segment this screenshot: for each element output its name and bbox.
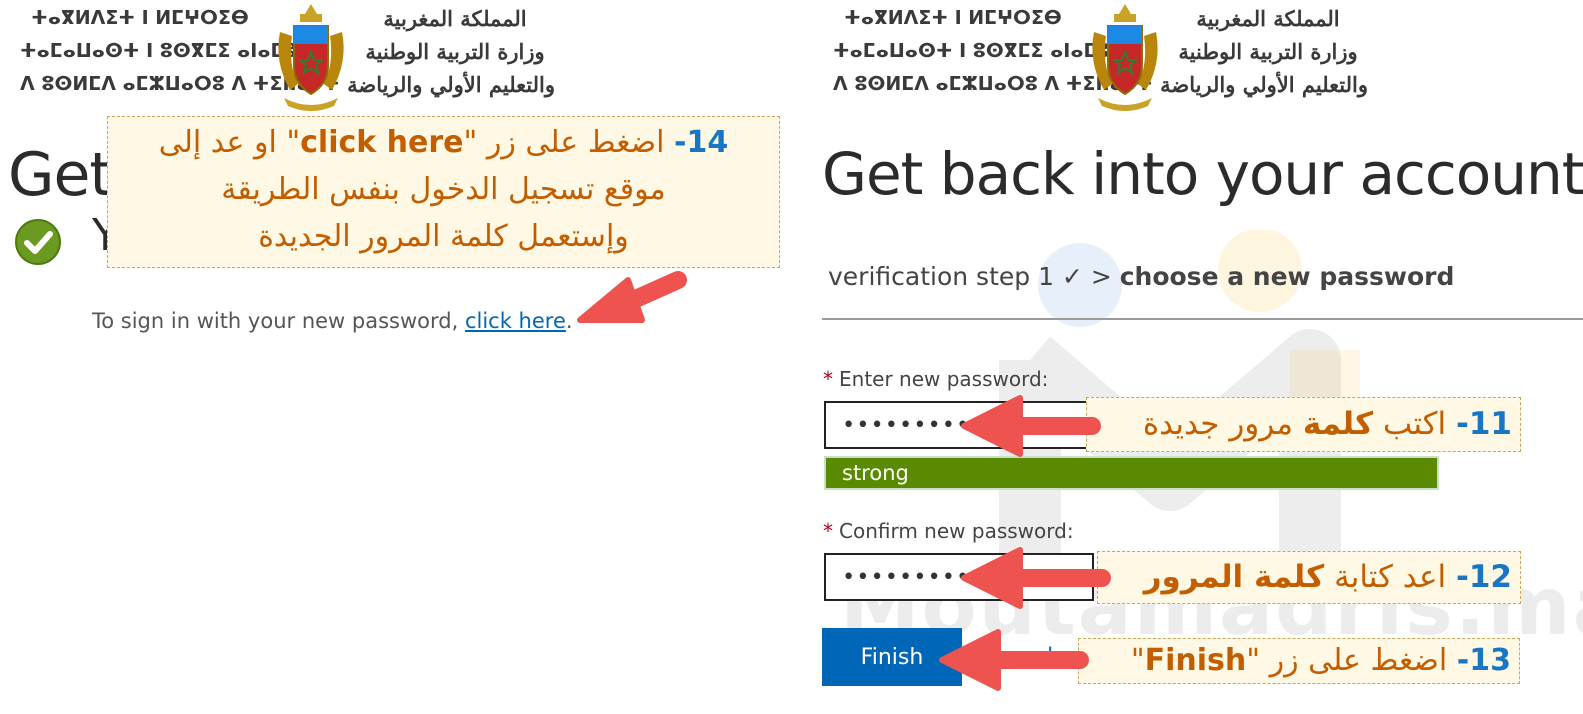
tifinagh-line: ⵜⴰⴳⵍⴷⵉⵜ ⵏ ⵍⵎⵖⵔⵉⴱ <box>31 7 249 29</box>
tifinagh-line: ⴷ ⵓⵙⵍⵎⴷ ⴰⵎⵣⵡⴰⵔⵓ ⴷ ⵜⵉⵏⵏⴰⵢⵜ <box>20 73 340 95</box>
annotation-text: اضغط على زر " <box>1246 643 1448 678</box>
annotation-highlight: click here <box>300 125 464 160</box>
success-check-icon <box>15 219 61 265</box>
annotation-step-14: 14- اضغط على زر "click here" او عد إلى م… <box>107 116 780 268</box>
annotation-number: 13- <box>1456 643 1511 678</box>
annotation-line: وإستعمل كلمة المرور الجديدة <box>258 219 629 254</box>
arabic-line: وزارة التربية الوطنية <box>365 39 545 64</box>
arabic-line: والتعليم الأولي والرياضة <box>347 72 555 97</box>
arrow-pointer-icon <box>577 271 687 323</box>
left-screenshot-panel: ⵜⴰⴳⵍⴷⵉⵜ ⵏ ⵍⵎⵖⵔⵉⴱ ⵜⴰⵎⴰⵡⴰⵙⵜ ⵏ ⵓⵙⴳⵎⵉ ⴰⵏⴰⵎⵓⵔ… <box>0 0 800 714</box>
moroccan-coat-of-arms-icon <box>278 4 344 111</box>
confirm-password-label: * Confirm new password: <box>823 519 1074 543</box>
strength-fill: strong <box>826 458 1437 488</box>
ministry-header: ⵜⴰⴳⵍⴷⵉⵜ ⵏ ⵍⵎⵖⵔⵉⴱ ⵜⴰⵎⴰⵡⴰⵙⵜ ⵏ ⵓⵙⴳⵎⵉ ⴰⵏⴰⵎⵓⵔ… <box>810 0 1370 120</box>
new-password-label: * Enter new password: <box>823 367 1048 391</box>
required-marker: * <box>823 367 833 391</box>
step-current: choose a new password <box>1119 262 1455 291</box>
progress-steps: verification step 1 ✓ > choose a new pas… <box>828 262 1454 291</box>
page-title: Get <box>8 140 113 210</box>
annotation-text: اضغط على زر " <box>463 125 665 160</box>
signin-instructions: To sign in with your new password, click… <box>92 309 573 333</box>
arabic-ministry-title: المملكة المغربية وزارة التربية الوطنية و… <box>1160 2 1368 101</box>
signin-prefix: To sign in with your new password, <box>92 309 465 333</box>
annotation-number: 12- <box>1455 559 1512 595</box>
arabic-line: والتعليم الأولي والرياضة <box>1160 72 1368 97</box>
annotation-step-12: 12- اعد كتابة كلمة المرور <box>1097 551 1521 604</box>
annotation-text: " او عد إلى <box>158 125 301 160</box>
annotation-text: " <box>1130 643 1145 678</box>
required-marker: * <box>823 519 833 543</box>
annotation-step-11: 11- اكتب كلمة مرور جديدة <box>1086 397 1521 452</box>
arabic-line: وزارة التربية الوطنية <box>1178 39 1358 64</box>
annotation-text: اعد كتابة <box>1324 559 1447 595</box>
tifinagh-line: ⵜⴰⵎⴰⵡⴰⵙⵜ ⵏ ⵓⵙⴳⵎⵉ ⴰⵏⴰⵎⵓⵔ <box>833 40 1128 62</box>
annotation-step-13: 13- اضغط على زر "Finish" <box>1078 638 1520 684</box>
moroccan-coat-of-arms-icon <box>1092 4 1158 111</box>
arrow-pointer-icon <box>961 547 1111 609</box>
tifinagh-line: ⵜⴰⴳⵍⴷⵉⵜ ⵏ ⵍⵎⵖⵔⵉⴱ <box>844 7 1062 29</box>
ministry-header: ⵜⴰⴳⵍⴷⵉⵜ ⵏ ⵍⵎⵖⵔⵉⴱ ⵜⴰⵎⴰⵡⴰⵙⵜ ⵏ ⵓⵙⴳⵎⵉ ⴰⵏⴰⵎⵓⵔ… <box>0 0 560 120</box>
annotation-highlight: Finish <box>1144 643 1247 678</box>
annotation-text: مرور جديدة <box>1142 406 1303 442</box>
tifinagh-line: ⴷ ⵓⵙⵍⵎⴷ ⴰⵎⵣⵡⴰⵔⵓ ⴷ ⵜⵉⵏⵏⴰⵢⵜ <box>833 73 1153 95</box>
annotation-highlight: كلمة المرور <box>1143 559 1325 595</box>
annotation-highlight: كلمة <box>1302 406 1374 442</box>
tifinagh-line: ⵜⴰⵎⴰⵡⴰⵙⵜ ⵏ ⵓⵙⴳⵎⵉ ⴰⵏⴰⵎⵓⵔ <box>20 40 315 62</box>
label-text: Enter new password: <box>839 367 1049 391</box>
password-strength-meter: strong <box>824 456 1439 490</box>
page-title: Get back into your account <box>822 140 1583 208</box>
annotation-line: موقع تسجيل الدخول بنفس الطريقة <box>221 172 666 207</box>
annotation-number: 14- <box>674 125 729 160</box>
arrow-pointer-icon <box>961 395 1101 457</box>
annotation-line: 14- اضغط على زر "click here" او عد إلى <box>108 119 779 166</box>
divider <box>822 318 1583 320</box>
tifinagh-title: ⵜⴰⴳⵍⴷⵉⵜ ⵏ ⵍⵎⵖⵔⵉⴱ ⵜⴰⵎⴰⵡⴰⵙⵜ ⵏ ⵓⵙⴳⵎⵉ ⴰⵏⴰⵎⵓⵔ… <box>20 2 340 101</box>
tifinagh-title: ⵜⴰⴳⵍⴷⵉⵜ ⵏ ⵍⵎⵖⵔⵉⴱ ⵜⴰⵎⴰⵡⴰⵙⵜ ⵏ ⵓⵙⴳⵎⵉ ⴰⵏⴰⵎⵓⵔ… <box>833 2 1153 101</box>
right-screenshot-panel: Moutamadris.ma ⵜⴰⴳⵍⴷⵉⵜ ⵏ ⵍⵎⵖⵔⵉⴱ ⵜⴰⵎⴰⵡⴰⵙⵜ… <box>810 0 1583 714</box>
step-completed: verification step 1 ✓ > <box>828 262 1120 291</box>
arrow-pointer-icon <box>939 629 1089 691</box>
annotation-text: اكتب <box>1373 406 1447 442</box>
arabic-line: المملكة المغربية <box>1196 6 1340 31</box>
arabic-line: المملكة المغربية <box>383 6 527 31</box>
annotation-number: 11- <box>1455 406 1512 442</box>
arabic-ministry-title: المملكة المغربية وزارة التربية الوطنية و… <box>347 2 555 101</box>
click-here-link[interactable]: click here <box>465 309 566 333</box>
label-text: Confirm new password: <box>839 519 1074 543</box>
